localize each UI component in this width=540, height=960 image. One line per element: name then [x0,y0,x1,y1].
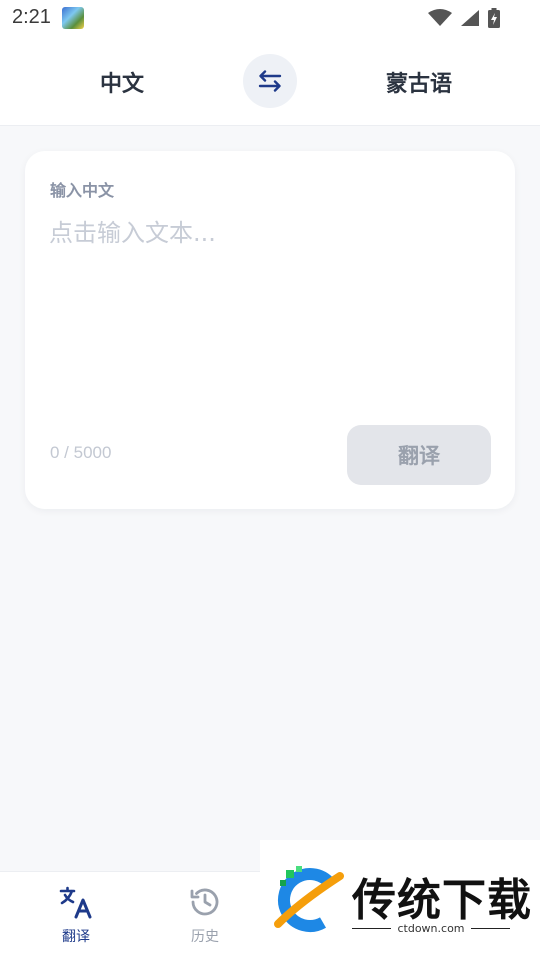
battery-charging-icon [488,8,500,28]
watermark-line-left [352,928,392,929]
swap-languages-button[interactable] [243,54,297,108]
swap-arrows-icon [258,70,282,92]
wifi-icon [428,9,452,26]
source-language-selector[interactable]: 中文 [47,66,197,98]
input-card: 输入中文 0 / 5000 翻译 [25,151,515,509]
nav-tab-history[interactable]: 历史 [160,884,250,950]
app-thumbnail-icon [62,7,84,29]
history-icon [190,888,219,916]
status-bar: 2:21 [0,0,540,36]
watermark-title: 传统下载 [352,875,532,926]
translate-icon [59,886,92,919]
status-icons [428,8,500,28]
source-text-input[interactable] [49,213,489,413]
watermark: 传统下载 ctdown.com [260,840,540,960]
translate-button[interactable]: 翻译 [347,425,491,485]
nav-tab-translate[interactable]: 翻译 [31,884,121,950]
nav-label-history: 历史 [191,929,219,945]
character-counter: 0 / 5000 [50,443,112,462]
watermark-logo-icon [274,866,344,932]
watermark-url: ctdown.com [397,922,465,935]
status-time: 2:21 [12,6,51,28]
language-header: 中文 蒙古语 [0,36,540,126]
input-label: 输入中文 [50,181,115,200]
watermark-line-right [470,928,510,929]
nav-label-translate: 翻译 [62,929,90,945]
signal-icon [461,10,479,26]
watermark-url-row: ctdown.com [352,922,510,935]
target-language-selector[interactable]: 蒙古语 [344,66,494,98]
